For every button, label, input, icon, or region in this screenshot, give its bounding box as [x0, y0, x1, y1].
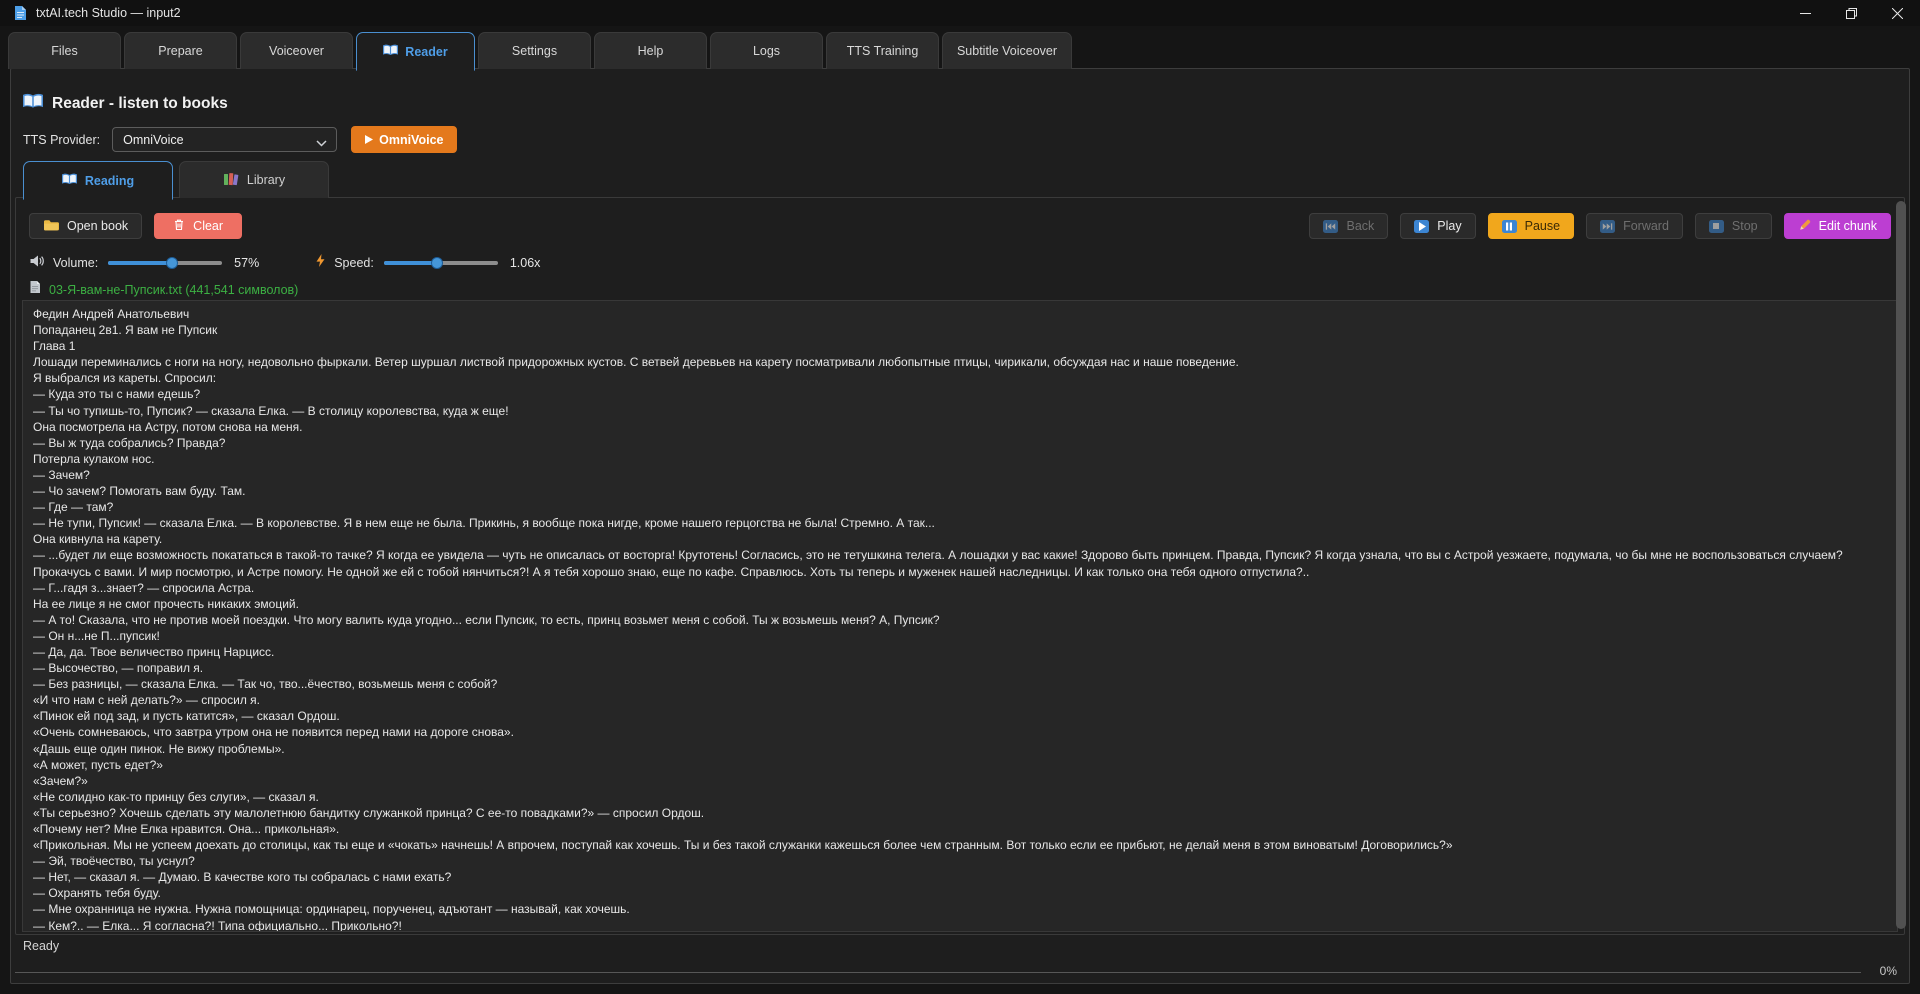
speaker-icon: [29, 254, 45, 273]
play-arrow-icon: [365, 133, 373, 147]
close-button[interactable]: [1874, 0, 1920, 26]
volume-slider[interactable]: [108, 256, 222, 270]
reader-panel: Reader - listen to books TTS Provider: O…: [10, 68, 1910, 984]
open-book-icon: [23, 93, 43, 114]
tab-logs[interactable]: Logs: [710, 32, 823, 69]
speed-slider-thumb[interactable]: [431, 257, 443, 269]
skip-forward-icon: [1600, 220, 1615, 233]
forward-button[interactable]: Forward: [1586, 213, 1683, 239]
library-books-icon: [223, 172, 239, 189]
edit-chunk-button[interactable]: Edit chunk: [1784, 213, 1891, 239]
open-book-icon: [62, 173, 77, 188]
play-icon: [1414, 220, 1429, 233]
folder-icon: [43, 219, 59, 234]
open-book-button[interactable]: Open book: [29, 213, 142, 239]
tab-subtitle-voiceover[interactable]: Subtitle Voiceover: [942, 32, 1072, 69]
tab-voiceover[interactable]: Voiceover: [240, 32, 353, 69]
clear-button[interactable]: Clear: [154, 213, 242, 239]
app-document-icon: [14, 5, 27, 21]
speed-slider[interactable]: [384, 256, 498, 270]
stop-button[interactable]: Stop: [1695, 213, 1772, 239]
reader-subtabs: Reading Library: [23, 161, 329, 200]
titlebar: txtAI.tech Studio — input2: [0, 0, 1920, 26]
speed-label: Speed:: [334, 256, 374, 270]
tab-prepare[interactable]: Prepare: [124, 32, 237, 69]
restore-button[interactable]: [1828, 0, 1874, 26]
subtab-library[interactable]: Library: [179, 161, 329, 198]
file-name: 03-Я-вам-не-Пупсик.txt (441,541 символов…: [49, 283, 298, 297]
reader-text: Федин Андрей Анатольевич Попаданец 2в1. …: [33, 306, 1875, 932]
pencil-icon: [1798, 218, 1811, 234]
window-title: txtAI.tech Studio — input2: [36, 6, 181, 20]
trash-icon: [173, 218, 185, 234]
tab-tts-training[interactable]: TTS Training: [826, 32, 939, 69]
skip-back-icon: [1323, 220, 1338, 233]
reading-content: Open book Clear Back: [15, 197, 1905, 935]
tab-files[interactable]: Files: [8, 32, 121, 69]
tab-help[interactable]: Help: [594, 32, 707, 69]
pause-button[interactable]: Pause: [1488, 213, 1574, 239]
volume-value: 57%: [234, 256, 259, 270]
page-icon: [29, 280, 41, 299]
pause-icon: [1502, 220, 1517, 233]
open-book-icon: [383, 44, 398, 59]
chevron-down-icon: [316, 136, 327, 150]
stop-icon: [1709, 220, 1724, 233]
loaded-file-info: 03-Я-вам-не-Пупсик.txt (441,541 символов…: [29, 280, 298, 299]
tab-reader[interactable]: Reader: [356, 32, 475, 71]
play-button[interactable]: Play: [1400, 213, 1475, 239]
lightning-bolt-icon: [315, 253, 326, 273]
status-text: Ready: [23, 939, 59, 953]
tts-provider-select[interactable]: OmniVoice: [112, 127, 337, 152]
progress-bar: [15, 972, 1861, 973]
vertical-scrollbar[interactable]: [1896, 201, 1906, 929]
subtab-reading[interactable]: Reading: [23, 161, 173, 200]
back-button[interactable]: Back: [1309, 213, 1388, 239]
page-title: Reader - listen to books: [52, 95, 228, 113]
reader-text-area[interactable]: Федин Андрей Анатольевич Попаданец 2в1. …: [22, 300, 1898, 932]
progress-percent: 0%: [1880, 964, 1897, 978]
volume-slider-thumb[interactable]: [166, 257, 178, 269]
volume-label: Volume:: [53, 256, 98, 270]
tab-settings[interactable]: Settings: [478, 32, 591, 69]
omnivoice-button[interactable]: OmniVoice: [351, 126, 457, 153]
speed-value: 1.06x: [510, 256, 541, 270]
minimize-button[interactable]: [1782, 0, 1828, 26]
main-tabs: Files Prepare Voiceover Reader Settings …: [8, 32, 1072, 71]
page-heading: Reader - listen to books: [23, 93, 228, 114]
progress-bar-row: 0%: [15, 963, 1905, 981]
tts-provider-label: TTS Provider:: [23, 133, 100, 147]
